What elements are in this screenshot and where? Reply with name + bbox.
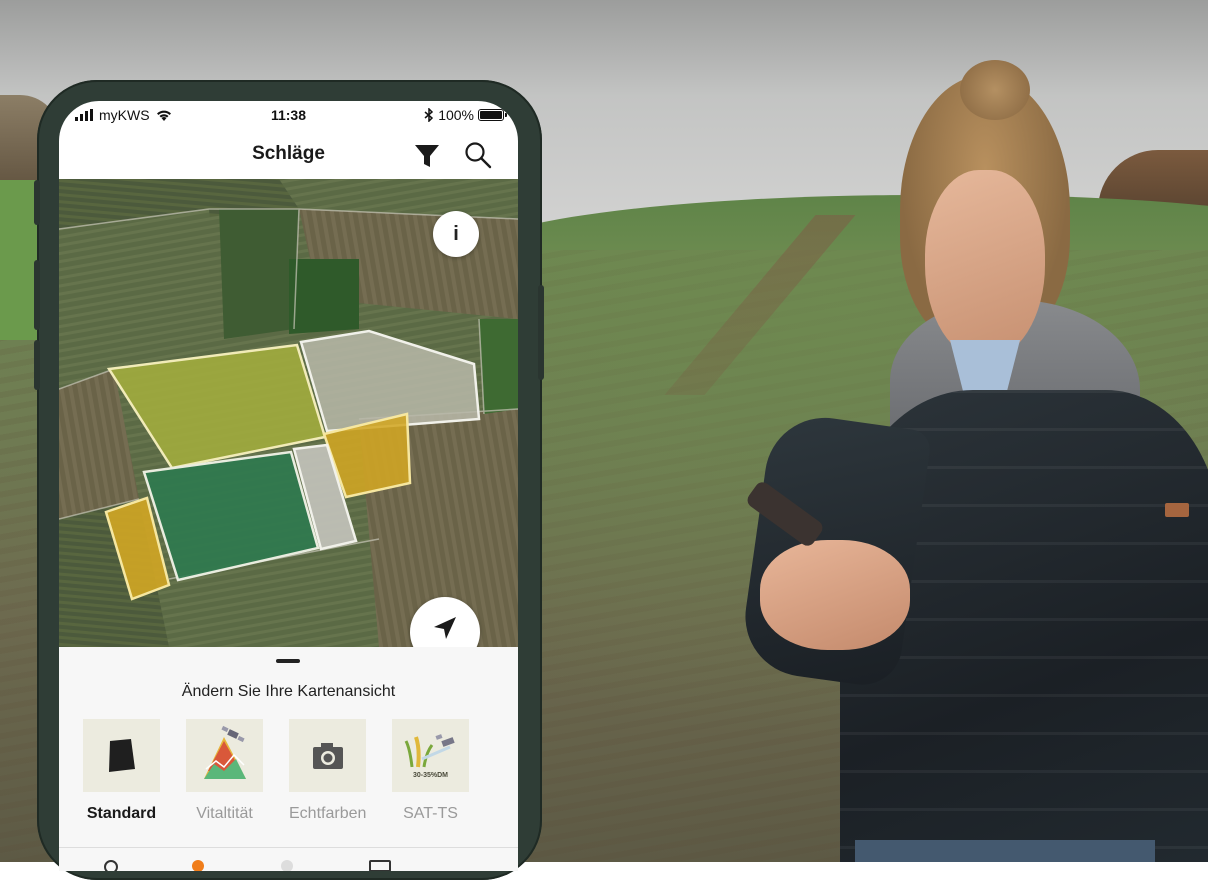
map-parcel <box>479 319 518 414</box>
hands <box>760 540 910 650</box>
vitality-satellite-icon <box>204 725 246 779</box>
phone-volume-down <box>34 340 40 390</box>
map-parcel <box>289 259 359 334</box>
view-label: SAT-TS <box>403 805 458 822</box>
corn-satellite-icon <box>404 734 455 768</box>
sheet-grabber[interactable] <box>276 659 300 663</box>
view-option-sat-ts[interactable]: 30-35%DM SAT-TS <box>392 719 469 823</box>
jeans <box>855 840 1155 862</box>
face <box>925 170 1045 360</box>
page-title: Schläge <box>252 143 325 164</box>
map-parcel <box>219 209 299 339</box>
info-button[interactable]: i <box>433 211 479 257</box>
bluetooth-icon <box>424 108 434 122</box>
view-option-vitality[interactable]: Vitaltität <box>186 719 263 823</box>
phone-volume-up <box>34 260 40 330</box>
view-option-truecolor[interactable]: Echtfarben <box>289 719 366 823</box>
map-view-sheet: Ändern Sie Ihre Kartenansicht Standard V… <box>59 647 518 871</box>
camera-icon <box>313 743 343 769</box>
battery-icon <box>478 109 507 121</box>
location-arrow-icon <box>434 617 456 639</box>
woman-with-phone <box>737 60 1208 862</box>
view-label: Vitaltität <box>196 805 253 822</box>
filter-icon[interactable] <box>414 143 440 169</box>
battery-percent: 100% <box>438 107 474 123</box>
view-label: Echtfarben <box>289 805 367 822</box>
search-icon[interactable] <box>464 141 492 169</box>
view-option-standard[interactable]: Standard <box>83 719 160 823</box>
map-view-options: Standard Vitaltität Echtfarben 30-35%DM … <box>83 719 469 823</box>
navigation-bar: Schläge <box>59 131 518 179</box>
phone-power-button <box>538 285 544 380</box>
view-label: Standard <box>86 805 157 822</box>
tab-bar-divider <box>59 847 518 848</box>
status-bar: myKWS 11:38 100% <box>59 101 518 131</box>
info-icon: i <box>453 222 459 245</box>
sat-ts-badge: 30-35%DM <box>412 772 448 779</box>
field-shape-icon <box>109 739 135 772</box>
phone-mute-switch <box>34 180 40 225</box>
app-screen: myKWS 11:38 100% Schläge i Ändern Sie Ih… <box>59 101 518 871</box>
hair-bun <box>960 60 1030 120</box>
sheet-title: Ändern Sie Ihre Kartenansicht <box>181 683 396 700</box>
jacket-badge <box>1165 503 1189 517</box>
satellite-map[interactable]: i <box>59 179 518 647</box>
